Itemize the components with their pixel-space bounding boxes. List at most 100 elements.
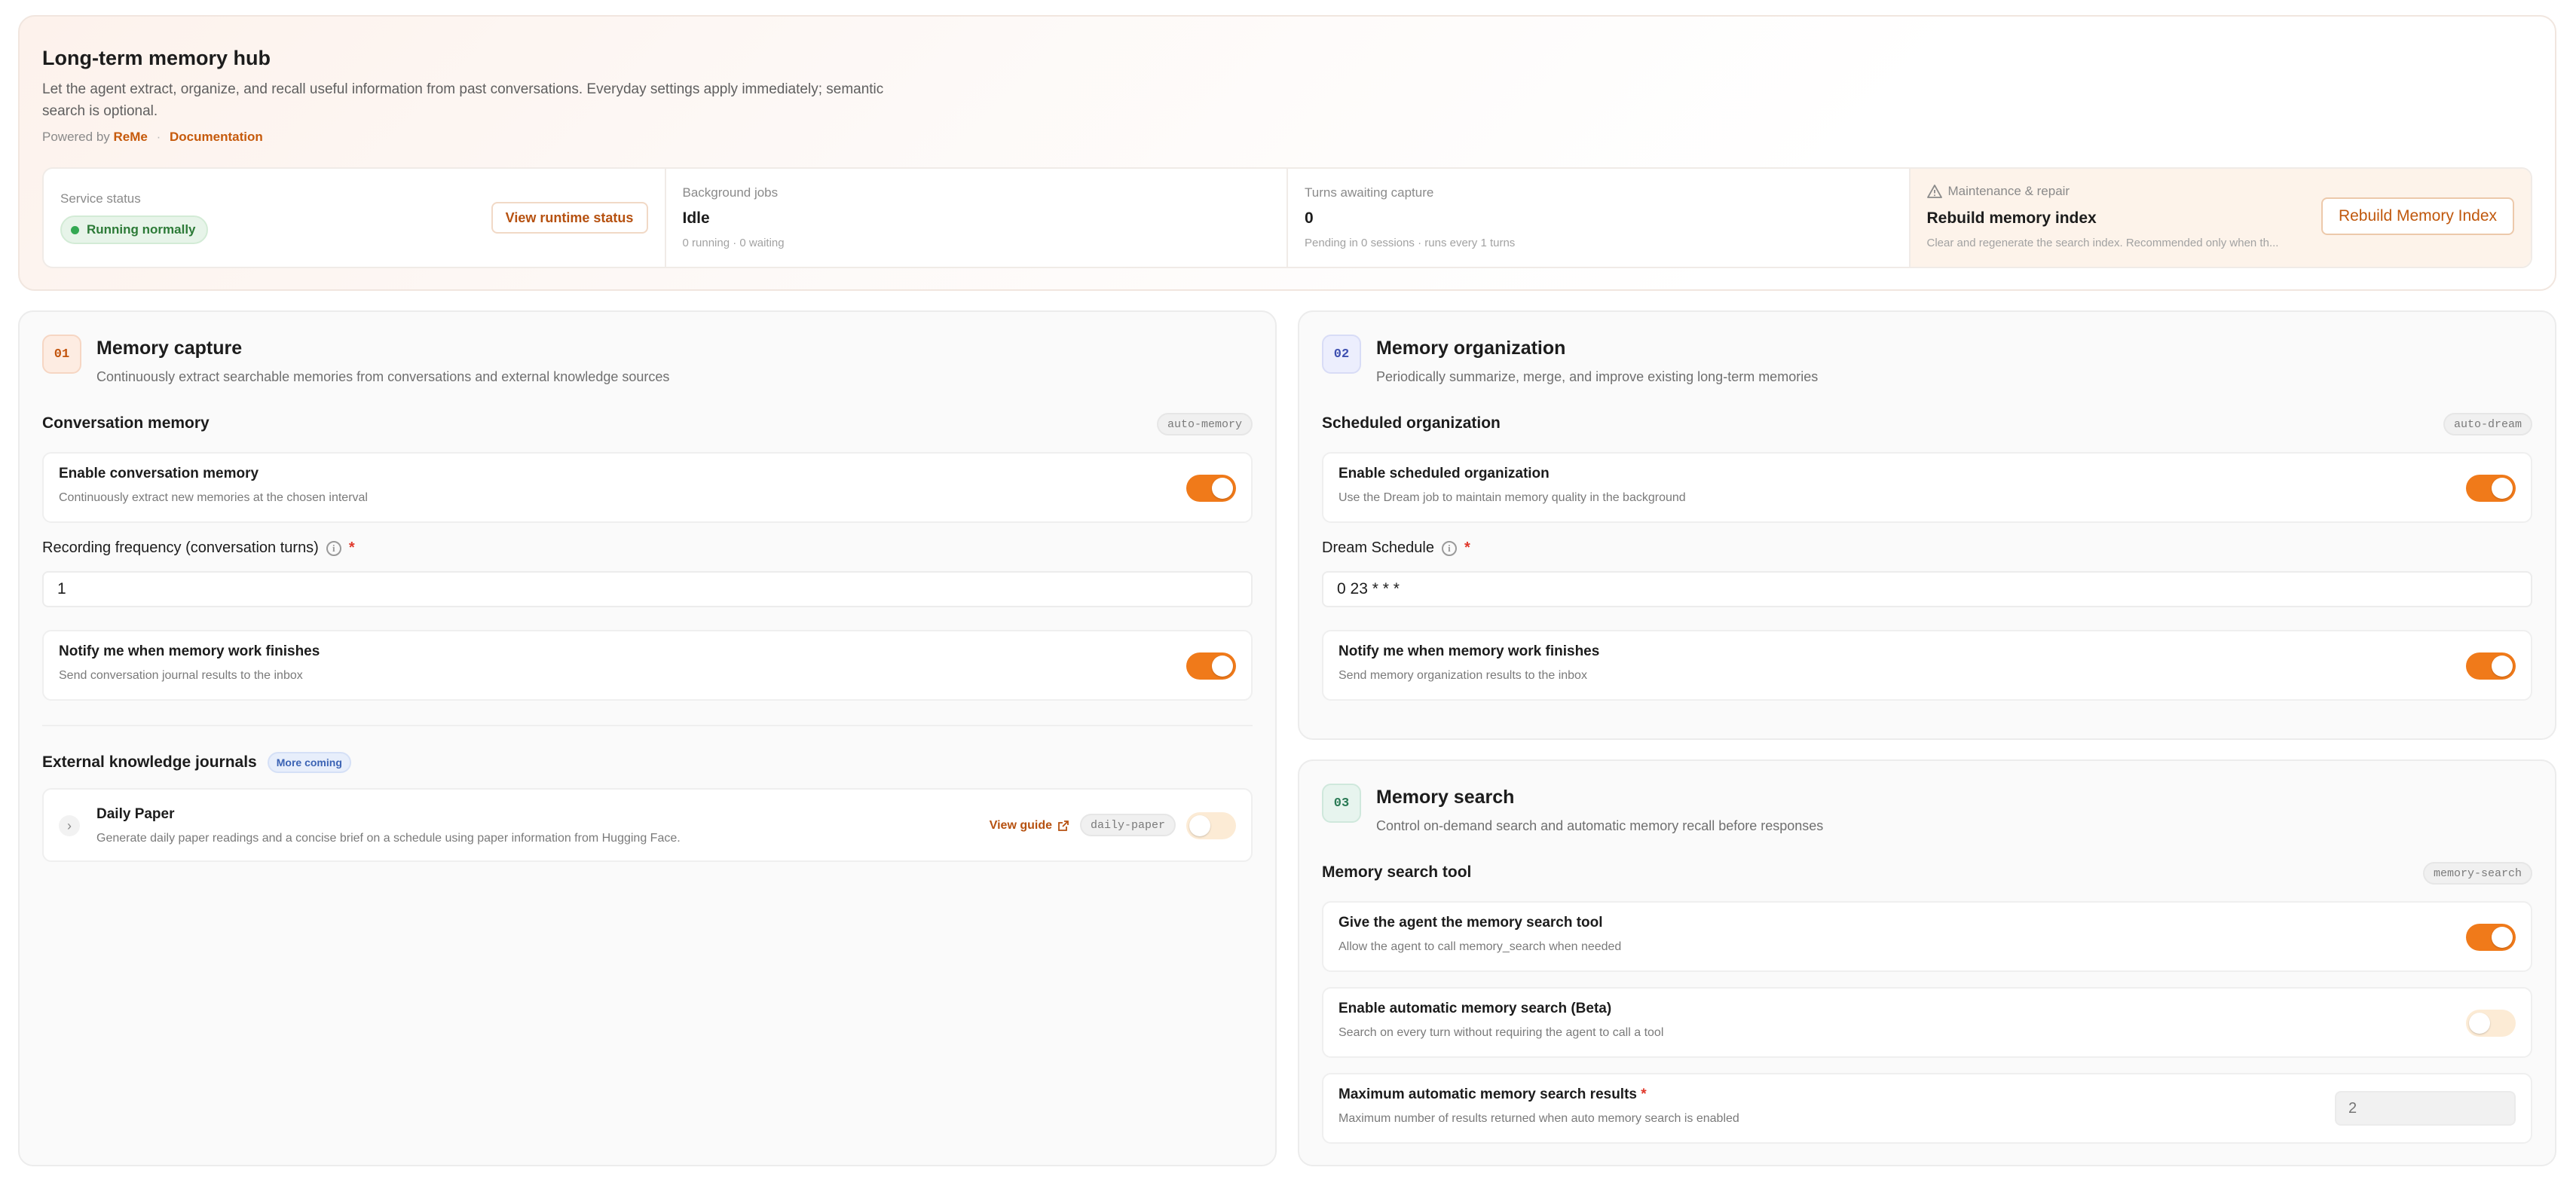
notify-organization-title: Notify me when memory work finishes [1338,643,1600,659]
turns-awaiting-label: Turns awaiting capture [1305,185,1434,200]
auto-search-sub: Search on every turn without requiring t… [1338,1026,1664,1039]
dream-schedule-input[interactable] [1322,571,2532,607]
enable-conversation-memory-toggle[interactable] [1186,475,1236,502]
max-results-title: Maximum automatic memory search results … [1338,1086,1647,1103]
daily-paper-tag: daily-paper [1079,814,1176,836]
required-mark: * [1641,1086,1647,1102]
turns-awaiting-sub: Pending in 0 sessions · runs every 1 tur… [1305,237,1516,249]
external-knowledge-title: External knowledge journals More coming [42,752,351,773]
view-guide-link[interactable]: View guide [990,819,1070,833]
max-results-title-text: Maximum automatic memory search results [1338,1086,1637,1102]
conversation-memory-title: Conversation memory [42,414,210,432]
enable-conversation-memory-card: Enable conversation memory Continuously … [42,452,1253,523]
info-icon[interactable]: i [1441,540,1457,556]
memory-organization-subtitle: Periodically summarize, merge, and impro… [1376,369,1819,384]
status-row: Service status Running normally View run… [42,167,2532,268]
enable-scheduled-organization-card: Enable scheduled organization Use the Dr… [1322,452,2532,523]
memory-organization-title: Memory organization [1376,338,1566,359]
max-results-sub: Maximum number of results returned when … [1338,1112,1739,1125]
section-divider [42,725,1253,726]
memory-search-title: Memory search [1376,787,1515,808]
info-icon[interactable]: i [326,540,341,556]
maintenance-label: Maintenance & repair [1926,184,2070,199]
service-status-cell: Service status Running normally View run… [44,169,666,267]
required-mark: * [1464,539,1470,556]
daily-paper-card: › Daily Paper Generate daily paper readi… [42,788,1253,862]
view-runtime-status-button[interactable]: View runtime status [491,202,648,234]
memory-search-tag: memory-search [2422,862,2532,885]
memory-hub-header: Long-term memory hub Let the agent extra… [18,15,2556,291]
dream-schedule-label: Dream Schedule i * [1322,539,1470,557]
memory-search-subtitle: Control on-demand search and automatic m… [1376,818,1824,833]
page-title: Long-term memory hub [42,47,271,69]
status-dot-icon [71,225,79,234]
service-status-label: Service status [60,191,141,206]
external-link-icon [1058,821,1069,831]
more-coming-badge: More coming [267,752,351,773]
step-badge-02: 02 [1322,335,1361,374]
required-mark: * [348,539,355,556]
enable-conversation-memory-sub: Continuously extract new memories at the… [59,491,368,504]
recording-frequency-input[interactable] [42,571,1253,607]
chevron-right-icon[interactable]: › [59,815,80,836]
warning-icon [1926,185,1942,198]
maintenance-title: Rebuild memory index [1926,209,2097,227]
memory-capture-subtitle: Continuously extract searchable memories… [96,369,670,384]
page-description: Let the agent extract, organize, and rec… [42,81,884,119]
maintenance-label-text: Maintenance & repair [1947,184,2070,198]
enable-conversation-memory-title: Enable conversation memory [59,466,259,481]
notify-capture-card: Notify me when memory work finishes Send… [42,630,1253,701]
daily-paper-toggle[interactable] [1186,812,1236,839]
memory-search-panel: 03 Memory search Control on-demand searc… [1298,759,2556,1166]
documentation-link[interactable]: Documentation [170,130,263,144]
notify-organization-sub: Send memory organization results to the … [1338,669,1587,682]
auto-search-card: Enable automatic memory search (Beta) Se… [1322,987,2532,1058]
max-results-card: Maximum automatic memory search results … [1322,1073,2532,1144]
daily-paper-sub: Generate daily paper readings and a conc… [96,832,681,845]
powered-by-label: Powered by [42,130,110,144]
dream-schedule-label-text: Dream Schedule [1322,539,1434,556]
turns-awaiting-cell: Turns awaiting capture 0 Pending in 0 se… [1288,169,1911,267]
memory-organization-panel: 02 Memory organization Periodically summ… [1298,310,2556,740]
notify-organization-card: Notify me when memory work finishes Send… [1322,630,2532,701]
max-results-input [2335,1091,2516,1126]
enable-scheduled-organization-sub: Use the Dream job to maintain memory qua… [1338,491,1686,504]
status-badge: Running normally [60,215,208,244]
background-jobs-sub: 0 running · 0 waiting [682,237,785,249]
maintenance-cell: Maintenance & repair Rebuild memory inde… [1910,169,2531,267]
view-guide-text: View guide [989,819,1052,832]
memory-search-tool-title: Memory search tool [1322,863,1472,881]
daily-paper-title: Daily Paper [96,806,175,822]
background-jobs-label: Background jobs [682,185,779,200]
auto-search-toggle[interactable] [2466,1010,2516,1037]
notify-capture-sub: Send conversation journal results to the… [59,669,303,682]
reme-link[interactable]: ReMe [114,130,148,144]
maintenance-sub: Clear and regenerate the search index. R… [1926,237,2279,249]
powered-by: Powered by ReMe · Documentation [42,130,263,145]
notify-capture-title: Notify me when memory work finishes [59,643,320,659]
notify-organization-toggle[interactable] [2466,652,2516,680]
separator-dot: · [156,130,161,144]
step-badge-01: 01 [42,335,81,374]
rebuild-memory-index-button[interactable]: Rebuild Memory Index [2321,197,2514,235]
search-tool-title: Give the agent the memory search tool [1338,915,1603,931]
enable-scheduled-organization-toggle[interactable] [2466,475,2516,502]
auto-dream-tag: auto-dream [2443,413,2532,435]
search-tool-toggle[interactable] [2466,924,2516,951]
auto-memory-tag: auto-memory [1156,413,1253,435]
external-knowledge-title-text: External knowledge journals [42,753,257,771]
memory-capture-panel: 01 Memory capture Continuously extract s… [18,310,1277,1166]
status-badge-text: Running normally [87,222,196,237]
notify-capture-toggle[interactable] [1186,652,1236,680]
memory-capture-title: Memory capture [96,338,243,359]
background-jobs-cell: Background jobs Idle 0 running · 0 waiti… [666,169,1288,267]
search-tool-card: Give the agent the memory search tool Al… [1322,901,2532,972]
recording-frequency-label-text: Recording frequency (conversation turns) [42,539,319,556]
search-tool-sub: Allow the agent to call memory_search wh… [1338,940,1622,953]
enable-scheduled-organization-title: Enable scheduled organization [1338,466,1550,481]
background-jobs-value: Idle [682,209,710,227]
step-badge-03: 03 [1322,784,1361,823]
recording-frequency-label: Recording frequency (conversation turns)… [42,539,355,557]
auto-search-title: Enable automatic memory search (Beta) [1338,1001,1612,1016]
scheduled-organization-title: Scheduled organization [1322,414,1501,432]
